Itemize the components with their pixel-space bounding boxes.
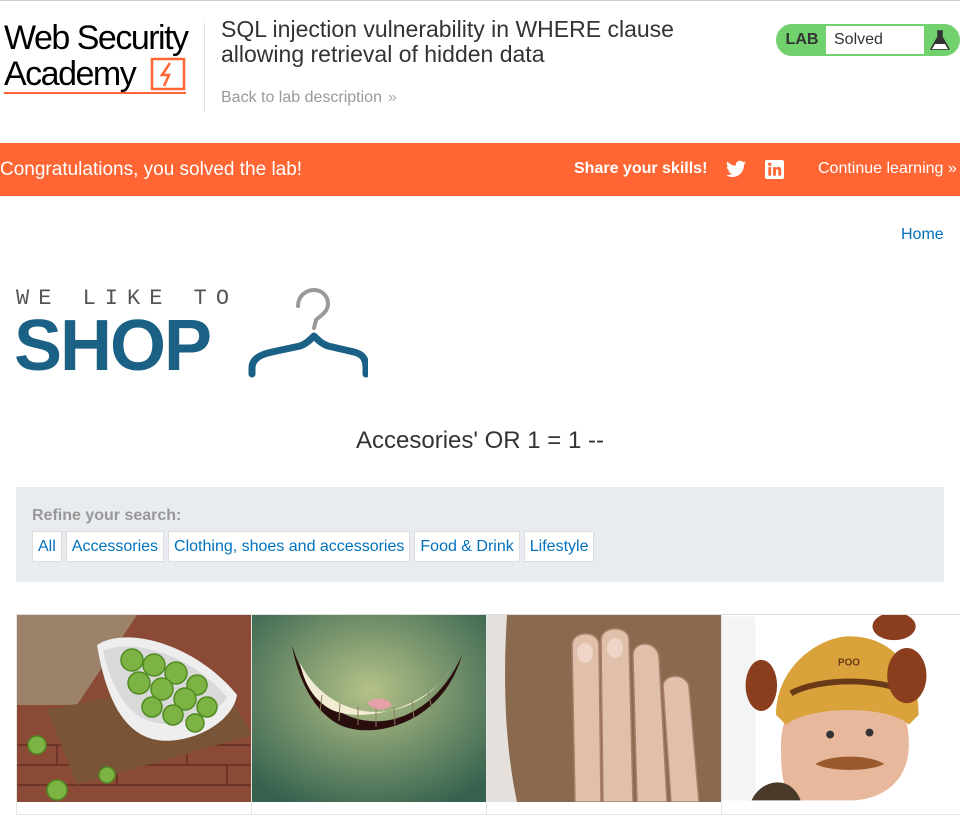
flask-icon xyxy=(930,30,950,50)
coat-hanger-icon xyxy=(248,288,368,378)
product-card[interactable] xyxy=(16,615,251,815)
product-card[interactable] xyxy=(251,615,486,815)
search-results-title: Accesories' OR 1 = 1 -- xyxy=(356,427,604,454)
lab-status-text: Solved xyxy=(826,26,924,54)
header-divider xyxy=(204,23,205,111)
category-filter-clothing[interactable]: Clothing, shoes and accessories xyxy=(168,531,411,562)
lightning-icon xyxy=(150,57,186,91)
shop-logo-word: SHOP xyxy=(14,306,212,386)
product-card[interactable] xyxy=(486,615,721,815)
lab-header: Web Security Academy SQL injection vulne… xyxy=(0,0,960,143)
product-image-poo-head-hat: POO xyxy=(722,615,957,801)
hat-print: POO xyxy=(838,658,860,669)
logo-text-line1: Web Security xyxy=(4,19,189,57)
product-grid: POO xyxy=(16,614,960,815)
back-link-label: Back to lab description xyxy=(221,89,382,106)
home-link[interactable]: Home xyxy=(901,226,944,244)
product-card[interactable]: POO xyxy=(721,615,960,815)
continue-learning-label: Continue learning xyxy=(818,160,944,177)
congratulations-message: Congratulations, you solved the lab! xyxy=(0,159,303,180)
logo-text-line2: Academy xyxy=(4,55,137,93)
web-security-academy-logo[interactable]: Web Security Academy xyxy=(4,21,200,95)
lab-title: SQL injection vulnerability in WHERE cla… xyxy=(221,16,674,67)
we-like-to-shop-logo: WE LIKE TO SHOP xyxy=(14,284,368,386)
category-filter-panel: Refine your search: All Accessories Clot… xyxy=(16,487,944,582)
category-filter-food-drink[interactable]: Food & Drink xyxy=(414,531,520,562)
lab-badge: LAB xyxy=(785,31,819,48)
category-filter-accessories[interactable]: Accessories xyxy=(65,531,165,562)
refine-search-label: Refine your search: xyxy=(32,507,182,524)
product-image-hand-beard xyxy=(487,615,721,802)
double-chevron-right-icon: » xyxy=(387,89,397,106)
category-filter-list: All Accessories Clothing, shoes and acce… xyxy=(32,531,595,562)
share-your-skills-label: Share your skills! xyxy=(574,160,708,177)
back-to-lab-description-link[interactable]: Back to lab description » xyxy=(221,89,397,107)
twitter-icon[interactable] xyxy=(726,160,746,178)
double-chevron-right-icon: » xyxy=(943,160,957,177)
linkedin-icon[interactable] xyxy=(765,160,784,179)
logo-underline xyxy=(4,92,186,94)
category-filter-lifestyle[interactable]: Lifestyle xyxy=(523,531,595,562)
solved-notification-banner: Congratulations, you solved the lab! Sha… xyxy=(0,143,960,196)
product-image-cheshire-grin xyxy=(252,615,486,802)
continue-learning-link[interactable]: Continue learning » xyxy=(818,160,957,178)
category-filter-all[interactable]: All xyxy=(32,531,62,562)
product-image-brussels-sprouts xyxy=(17,615,251,802)
lab-status-widget: LAB Solved xyxy=(776,24,960,56)
